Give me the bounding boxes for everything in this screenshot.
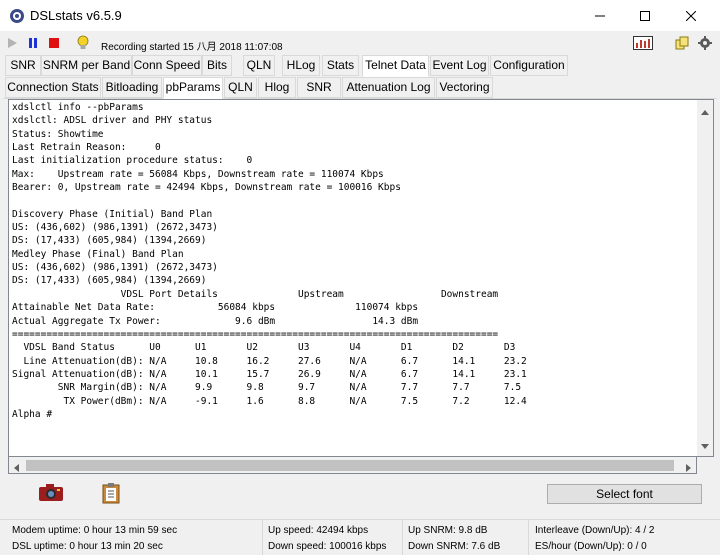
horizontal-scrollbar[interactable] [8,457,697,474]
console-line: DS: (17,433) (605,984) (1394,2669) [12,275,207,287]
status-divider [528,520,529,555]
recording-status: Recording started 15 八月 2018 11:07:08 [101,42,283,53]
subtab-attenuation-log[interactable]: Attenuation Log [342,77,435,98]
subtab-vectoring[interactable]: Vectoring [436,77,493,98]
tab-hlog[interactable]: HLog [282,55,320,76]
horizontal-scroll-thumb[interactable] [26,460,674,471]
console-line: xdslctl: ADSL driver and PHY status [12,115,213,127]
tab-stats[interactable]: Stats [322,55,359,76]
tab-telnet-data[interactable]: Telnet Data [362,55,429,77]
close-button[interactable] [668,0,714,31]
console-line: Signal Attenuation(dB): N/A 10.1 15.7 26… [12,368,527,380]
clipboard-icon[interactable] [101,482,121,504]
modem-uptime: Modem uptime: 0 hour 13 min 59 sec [12,525,178,536]
tab-conn-speed[interactable]: Conn Speed [132,55,202,76]
window-title: DSLstats v6.5.9 [30,8,122,23]
console-line: Actual Aggregate Tx Power: 9.6 dBm 14.3 … [12,315,419,327]
settings-icon[interactable] [697,35,713,51]
tab-bits[interactable]: Bits [202,55,232,76]
lightbulb-icon[interactable] [75,35,91,51]
scroll-corner [697,457,714,474]
tab-snr[interactable]: SNR [5,55,41,76]
console-line: Alpha # [12,408,53,420]
toolbar: Recording started 15 八月 2018 11:07:08 [0,31,720,55]
console-line: US: (436,602) (986,1391) (2672,3473) [12,222,218,234]
console-line: Last Retrain Reason: 0 [12,142,161,154]
console-line: Last initialization procedure status: 0 [12,155,253,167]
title-bar: DSLstats v6.5.9 [0,0,720,31]
console-line: ========================================… [12,328,499,340]
minimize-button[interactable] [577,0,623,31]
console-line: xdslctl info --pbParams [12,102,144,113]
down-snrm: Down SNRM: 7.6 dB [408,541,501,552]
play-icon[interactable] [4,35,20,51]
subtab-bitloading[interactable]: Bitloading [102,77,162,98]
scroll-left-icon[interactable] [14,461,19,475]
copy-icon[interactable] [674,35,690,51]
tab-qln[interactable]: QLN [243,55,275,76]
main-tab-bar: SNR SNRM per Band Conn Speed Bits QLN HL… [0,55,720,77]
status-divider [262,520,263,555]
sub-tab-bar: Connection Stats Bitloading pbParams QLN… [0,77,720,99]
tab-event-log[interactable]: Event Log [430,55,489,76]
status-divider [402,520,403,555]
console-line: Discovery Phase (Initial) Band Plan [12,208,213,220]
console-line: Max: Upstream rate = 56084 Kbps, Downstr… [12,168,384,180]
up-snrm: Up SNRM: 9.8 dB [408,525,488,536]
dslstats-app-icon [9,8,25,24]
select-font-button[interactable]: Select font [547,484,702,504]
console-line: Bearer: 0, Upstream rate = 42494 Kbps, D… [12,182,401,194]
scroll-right-icon[interactable] [686,461,691,475]
stop-icon[interactable] [46,35,62,51]
subtab-pbparams[interactable]: pbParams [163,77,223,99]
console-line: Status: Showtime [12,128,104,140]
console-line: Medley Phase (Final) Band Plan [12,248,184,260]
maximize-button[interactable] [622,0,668,31]
tab-snrm-per-band[interactable]: SNRM per Band [41,55,132,76]
subtab-snr[interactable]: SNR [297,77,341,98]
scroll-up-icon[interactable] [701,104,709,118]
subtab-hlog[interactable]: Hlog [258,77,296,98]
console-line: DS: (17,433) (605,984) (1394,2669) [12,235,207,247]
console-line: VDSL Band Status U0 U1 U2 U3 U4 D1 D2 D3 [12,342,516,354]
console-line: Attainable Net Data Rate: 56084 kbps 110… [12,302,419,314]
console-line: Line Attenuation(dB): N/A 10.8 16.2 27.6… [12,355,527,367]
pause-icon[interactable] [25,35,41,51]
telnet-output[interactable]: xdslctl info --pbParams xdslctl: ADSL dri… [8,99,697,457]
down-speed: Down speed: 100016 kbps [268,541,387,552]
dsl-uptime: DSL uptime: 0 hour 13 min 20 sec [12,541,163,552]
subtab-qln[interactable]: QLN [224,77,257,98]
console-line: SNR Margin(dB): N/A 9.9 9.8 9.7 N/A 7.7 … [12,382,522,394]
console-line: US: (436,602) (986,1391) (2672,3473) [12,262,218,274]
scroll-down-icon[interactable] [701,438,709,452]
vertical-scrollbar[interactable] [697,99,714,457]
es-hour-status: ES/hour (Down/Up): 0 / 0 [535,541,647,552]
subtab-connection-stats[interactable]: Connection Stats [5,77,101,98]
console-line: VDSL Port Details Upstream Downstream [12,288,499,300]
tab-configuration[interactable]: Configuration [490,55,568,76]
interleave-status: Interleave (Down/Up): 4 / 2 [535,525,655,536]
up-speed: Up speed: 42494 kbps [268,525,369,536]
console-line: TX Power(dBm): N/A -9.1 1.6 8.8 N/A 7.5 … [12,395,527,407]
camera-icon[interactable] [38,482,64,502]
graph-icon[interactable] [633,35,653,51]
console-text: xdslctl info --pbParams xdslctl: ADSL dri… [9,100,697,421]
